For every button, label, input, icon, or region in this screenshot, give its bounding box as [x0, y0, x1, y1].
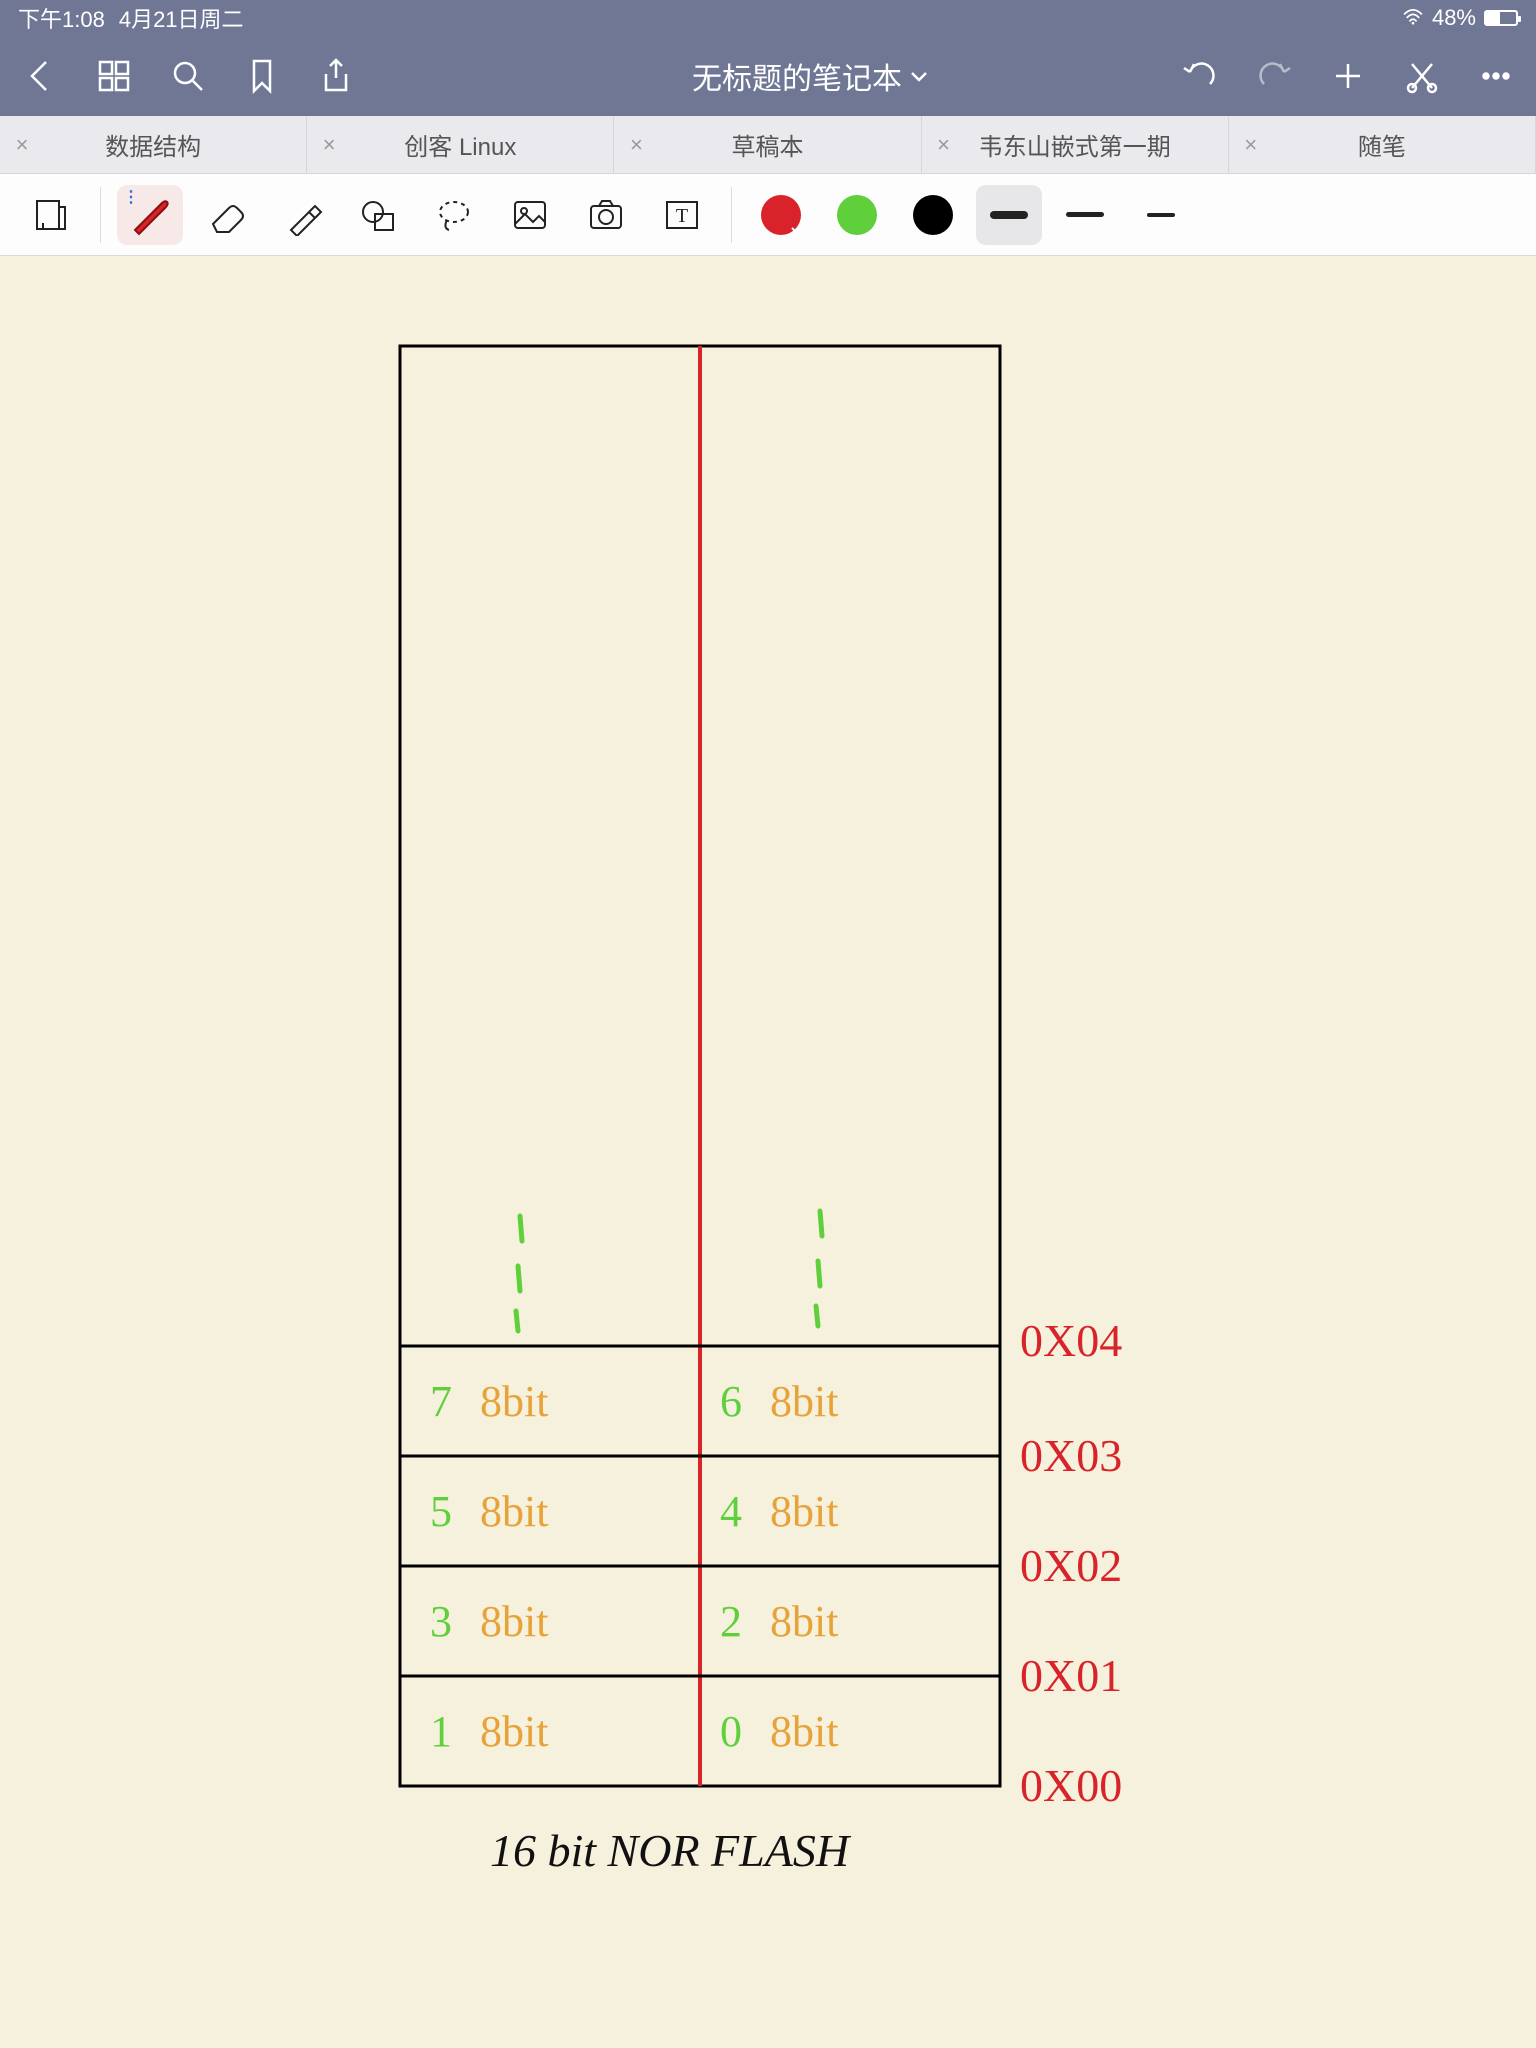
tab-close-icon[interactable]: × [307, 132, 351, 158]
tab-4[interactable]: ×随笔 [1229, 116, 1536, 173]
cell-bits: 8bit [480, 1487, 548, 1536]
image-tool[interactable] [497, 185, 563, 245]
addr-label: 0X04 [1020, 1315, 1122, 1366]
cell-bits: 8bit [480, 1707, 548, 1756]
cell-bits: 8bit [480, 1597, 548, 1646]
scissors-button[interactable] [1402, 56, 1442, 96]
tab-2[interactable]: ×草稿本 [614, 116, 921, 173]
tab-close-icon[interactable]: × [922, 132, 966, 158]
divider [100, 187, 101, 243]
back-button[interactable] [20, 56, 60, 96]
status-date: 4月21日周二 [119, 2, 244, 34]
battery-icon [1484, 10, 1518, 26]
divider [731, 187, 732, 243]
wifi-icon [1402, 5, 1424, 31]
lasso-tool[interactable] [421, 185, 487, 245]
undo-button[interactable] [1180, 56, 1220, 96]
color-green[interactable] [824, 185, 890, 245]
color-black[interactable] [900, 185, 966, 245]
tab-close-icon[interactable]: × [1229, 132, 1273, 158]
tab-close-icon[interactable]: × [614, 132, 658, 158]
redo-button[interactable] [1254, 56, 1294, 96]
more-button[interactable] [1476, 56, 1516, 96]
search-button[interactable] [168, 56, 208, 96]
cell-num: 6 [720, 1377, 742, 1426]
chevron-down-icon [910, 70, 928, 82]
stroke-medium[interactable] [1052, 185, 1118, 245]
status-time: 下午1:08 [18, 2, 105, 34]
bookmark-button[interactable] [242, 56, 282, 96]
page-tool[interactable] [18, 185, 84, 245]
addr-label: 0X00 [1020, 1760, 1122, 1811]
cell-bits: 8bit [770, 1707, 838, 1756]
note-canvas[interactable]: 7 8bit 6 8bit 5 8bit 4 8bit 3 8bit 2 8bi… [0, 256, 1536, 2048]
tab-close-icon[interactable]: × [0, 132, 44, 158]
bluetooth-icon: ⋮ [123, 187, 139, 207]
status-bar: 下午1:08 4月21日周二 48% [0, 0, 1536, 36]
share-button[interactable] [316, 56, 356, 96]
cell-num: 7 [430, 1377, 452, 1426]
highlighter-tool[interactable] [269, 185, 335, 245]
tab-bar: ×数据结构 ×创客 Linux ×草稿本 ×韦东山嵌式第一期 ×随笔 [0, 116, 1536, 174]
cell-bits: 8bit [770, 1377, 838, 1426]
addr-label: 0X02 [1020, 1540, 1122, 1591]
svg-text:T: T [676, 205, 688, 227]
addr-label: 0X03 [1020, 1430, 1122, 1481]
diagram-caption: 16 bit NOR FLASH [490, 1825, 852, 1876]
cell-num: 2 [720, 1597, 742, 1646]
tab-1[interactable]: ×创客 Linux [307, 116, 614, 173]
cell-bits: 8bit [770, 1597, 838, 1646]
cell-num: 3 [430, 1597, 452, 1646]
grid-view-button[interactable] [94, 56, 134, 96]
eraser-tool[interactable] [193, 185, 259, 245]
chevron-down-icon [789, 223, 803, 237]
notebook-title[interactable]: 无标题的笔记本 [440, 54, 1180, 98]
cell-num: 5 [430, 1487, 452, 1536]
cell-num: 1 [430, 1707, 452, 1756]
text-tool[interactable]: T [649, 185, 715, 245]
addr-label: 0X01 [1020, 1650, 1122, 1701]
stroke-thick[interactable] [976, 185, 1042, 245]
tool-bar: ⋮ T [0, 174, 1536, 256]
tab-0[interactable]: ×数据结构 [0, 116, 307, 173]
add-button[interactable] [1328, 56, 1368, 96]
cell-num: 0 [720, 1707, 742, 1756]
titlebar: 无标题的笔记本 [0, 36, 1536, 116]
cell-bits: 8bit [480, 1377, 548, 1426]
shapes-tool[interactable] [345, 185, 411, 245]
diagram: 7 8bit 6 8bit 5 8bit 4 8bit 3 8bit 2 8bi… [0, 256, 1536, 2048]
battery-percent: 48% [1432, 5, 1476, 31]
camera-tool[interactable] [573, 185, 639, 245]
stroke-thin[interactable] [1128, 185, 1194, 245]
cell-num: 4 [720, 1487, 742, 1536]
cell-bits: 8bit [770, 1487, 838, 1536]
tab-3[interactable]: ×韦东山嵌式第一期 [922, 116, 1229, 173]
color-red[interactable] [748, 185, 814, 245]
pen-tool[interactable]: ⋮ [117, 185, 183, 245]
